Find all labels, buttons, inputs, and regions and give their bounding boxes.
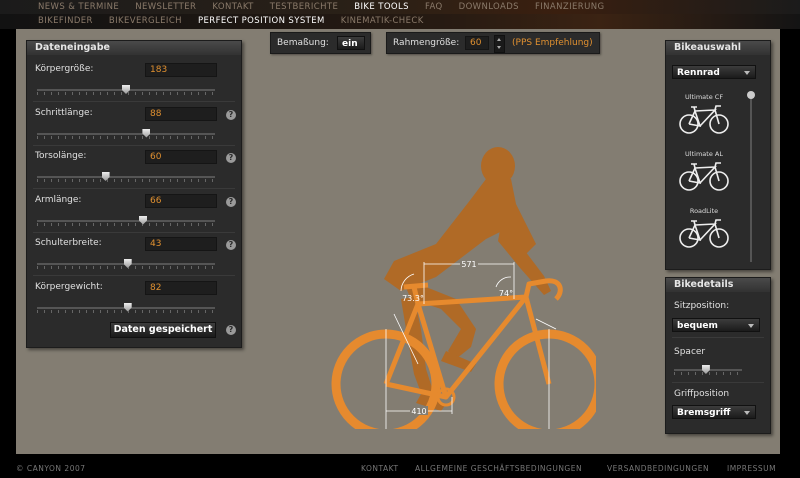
nav-item-downloads[interactable]: DOWNLOADS — [459, 2, 519, 12]
nav-item-bikevergleich[interactable]: BIKEVERGLEICH — [109, 16, 182, 26]
dateneingabe-panel: Dateneingabe Körpergröße: 183 Schrittlänge… — [26, 40, 242, 348]
bemassung-label: Bemaßung: — [277, 38, 329, 48]
nav-item-news-termine[interactable]: NEWS & TERMINE — [38, 2, 119, 12]
footer-link-versand[interactable]: VERSANDBEDINGUNGEN — [607, 464, 709, 473]
help-icon[interactable]: ? — [226, 240, 236, 250]
field-slider[interactable] — [37, 128, 215, 139]
field-slider[interactable] — [37, 85, 215, 95]
nav-item-kontakt[interactable]: KONTAKT — [212, 2, 253, 12]
field-value[interactable]: 183 — [145, 63, 217, 77]
field-slider[interactable] — [37, 215, 215, 226]
divider — [33, 144, 235, 146]
stepper-up-icon[interactable] — [497, 38, 501, 41]
nav-item-newsletter[interactable]: NEWSLETTER — [135, 2, 196, 12]
dim-chain: 410 — [411, 407, 426, 416]
footer-link-agb[interactable]: ALLGEMEINE GESCHÄFTSBEDINGUNGEN — [415, 464, 582, 473]
chevron-down-icon — [748, 324, 754, 328]
nav-item-bikefinder[interactable]: BIKEFINDER — [38, 16, 93, 26]
dim-angle-arm: 74° — [499, 289, 513, 298]
stepper-down-icon[interactable] — [497, 46, 501, 49]
help-icon[interactable]: ? — [226, 153, 236, 163]
field-value[interactable]: 60 — [145, 150, 217, 164]
spacer-label: Spacer — [674, 347, 706, 357]
bike-category-select[interactable]: Rennrad — [672, 65, 756, 79]
bemassung-box: Bemaßung: ein — [270, 32, 371, 54]
frame-size-stepper[interactable] — [494, 35, 505, 53]
field-value[interactable]: 43 — [145, 237, 217, 251]
field-value[interactable]: 88 — [145, 106, 217, 121]
divider — [672, 337, 764, 338]
field-slider[interactable] — [37, 302, 215, 313]
bike-model-label: RoadLite — [689, 207, 719, 215]
field-label: Schrittlänge: — [35, 107, 93, 118]
chevron-down-icon — [744, 71, 750, 75]
bikedetails-panel: Bikedetails Sitzposition: bequem Spacer … — [665, 277, 771, 434]
field-label: Schulterbreite: — [35, 238, 102, 248]
field-label: Armlänge: — [35, 194, 82, 205]
footer: © CANYON 2007 KONTAKT ALLGEMEINE GESCHÄF… — [0, 460, 800, 478]
nav-item-finanzierung[interactable]: FINANZIERUNG — [535, 2, 605, 12]
chevron-down-icon — [744, 411, 750, 415]
bikedetails-title: Bikedetails — [666, 278, 770, 292]
sitzposition-select[interactable]: bequem — [672, 318, 760, 332]
bike-model-label: Ultimate AL — [685, 150, 723, 158]
field-value[interactable]: 82 — [145, 280, 217, 295]
rahmengroesse-box: Rahmengröße: 60 (PPS Empfehlung) — [386, 32, 600, 54]
help-icon[interactable]: ? — [226, 196, 236, 207]
sub-navigation: BIKEFINDER BIKEVERGLEICH PERFECT POSITION … — [0, 14, 800, 29]
divider — [33, 231, 235, 233]
pps-recommendation: (PPS Empfehlung) — [512, 38, 593, 48]
griffposition-label: Griffposition — [674, 389, 730, 399]
spacer-slider[interactable] — [674, 365, 742, 375]
nav-item-perfect-position-system[interactable]: PERFECT POSITION SYSTEM — [198, 16, 325, 26]
divider — [33, 275, 235, 276]
bemassung-select[interactable]: ein — [337, 36, 365, 50]
bike-list-scrollbar[interactable] — [747, 91, 755, 262]
divider — [672, 382, 764, 383]
divider — [33, 188, 235, 189]
field-label: Körpergröße: — [35, 64, 94, 74]
rahmengroesse-label: Rahmengröße: — [393, 38, 460, 48]
bike-illustration: 571 73.3° 74° 410 993 — [331, 147, 596, 429]
footer-link-impressum[interactable]: IMPRESSUM — [727, 464, 776, 473]
nav-item-bike-tools[interactable]: BIKE TOOLS — [354, 2, 409, 12]
frame-size-value[interactable]: 60 — [465, 36, 489, 50]
bike-model-label: Ultimate CF — [684, 93, 724, 101]
sitzposition-label: Sitzposition: — [674, 301, 730, 311]
help-icon[interactable]: ? — [226, 325, 236, 335]
nav-item-kinematik-check[interactable]: KINEMATIK-CHECK — [341, 16, 424, 26]
help-icon[interactable]: ? — [226, 109, 236, 120]
bike-thumbnail-icon — [679, 219, 729, 248]
dim-top: 571 — [461, 260, 476, 269]
dateneingabe-title: Dateneingabe — [27, 41, 241, 55]
dim-angle-hip: 73.3° — [402, 294, 424, 303]
field-slider[interactable] — [37, 172, 215, 182]
footer-link-kontakt[interactable]: KONTAKT — [361, 464, 399, 473]
field-label: Torsolänge: — [35, 151, 87, 161]
bike-thumbnail-icon — [679, 105, 729, 134]
pps-stage: Dateneingabe Körpergröße: 183 Schrittlänge… — [16, 29, 780, 454]
scrollbar-thumb[interactable] — [747, 91, 755, 99]
bike-thumbnail-icon — [679, 162, 729, 191]
griffposition-select[interactable]: Bremsgriff — [672, 405, 756, 419]
nav-item-testberichte[interactable]: TESTBERICHTE — [270, 2, 338, 12]
divider — [33, 101, 235, 102]
copyright: © CANYON 2007 — [16, 464, 86, 473]
field-label: Körpergewicht: — [35, 281, 103, 292]
main-navigation: NEWS & TERMINE NEWSLETTER KONTAKT TESTBERIC… — [0, 0, 800, 14]
field-value[interactable]: 66 — [145, 193, 217, 208]
nav-item-faq[interactable]: FAQ — [425, 2, 443, 12]
save-data-button[interactable]: Daten gespeichert — [110, 322, 216, 338]
bikeauswahl-title: Bikeauswahl — [666, 41, 770, 55]
field-slider[interactable] — [37, 259, 215, 269]
bikeauswahl-panel: Bikeauswahl Rennrad Ultimate CF Ultimate … — [665, 40, 771, 270]
